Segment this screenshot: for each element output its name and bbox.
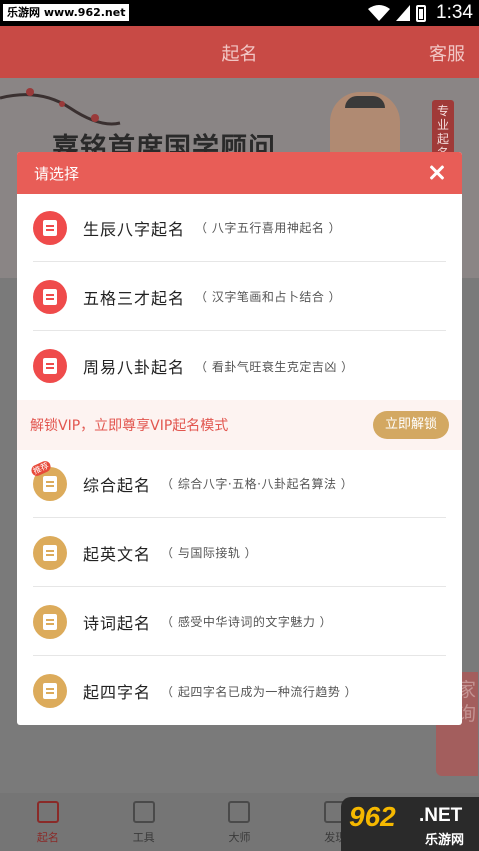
nav-label: 起名 [36,831,59,844]
signal-icon [396,5,411,21]
dialog-header: 请选择 [17,152,462,194]
option-name: 诗词起名 [83,613,152,633]
tools-icon [132,801,155,823]
option-desc: （ 汉字笔画和占卜结合 ） [195,290,342,304]
option-desc: （ 综合八字·五格·八卦起名算法 ） [161,477,354,491]
app-bar: 起名 客服 [0,26,479,78]
nav-label: 工具 [132,831,155,844]
option-name: 综合起名 [83,475,152,495]
option-name: 起英文名 [83,544,152,564]
edit-icon [36,801,59,823]
clock: 1:34 [436,2,473,23]
bottom-nav: 起名 工具 大师 发现 我的 962 .NET 乐游网 [0,793,479,851]
option-zhouyi[interactable]: 周易八卦起名 （ 看卦气旺衰生克定吉凶 ） [33,332,446,400]
logo-number: 962 [349,801,396,832]
status-bar: 乐游网 www.962.net 1:34 [0,0,479,26]
logo-name: 乐游网 [425,833,465,848]
option-desc: （ 看卦气旺衰生克定吉凶 ） [195,359,354,374]
nav-item-tools[interactable]: 工具 [96,793,192,851]
status-icons: 1:34 [368,2,473,24]
option-desc: （ 起四字名已成为一种流行趋势 ） [161,684,358,699]
logo-suffix: .NET [419,805,463,826]
en-icon [33,535,67,570]
grid-icon: 推荐 [29,458,67,501]
option-desc: （ 感受中华诗词的文字魅力 ） [161,615,333,629]
layers-icon [33,674,67,708]
nav-item-naming[interactable]: 起名 [0,793,96,851]
option-wuge[interactable]: 五格三才起名 （ 汉字笔画和占卜结合 ） [33,263,446,331]
option-name: 周易八卦起名 [83,358,186,377]
close-icon[interactable] [426,161,448,183]
option-english[interactable]: 起英文名 （ 与国际接轨 ） [33,519,446,587]
option-four-char[interactable]: 起四字名 （ 起四字名已成为一种流行趋势 ） [33,657,446,725]
bazi-icon [33,210,67,245]
option-bazi[interactable]: 生辰八字起名 （ 八字五行喜用神起名 ） [33,194,446,262]
nav-item-master[interactable]: 大师 [192,793,288,851]
advisor-portrait [330,92,400,158]
battery-icon [416,4,427,22]
option-name: 生辰八字起名 [83,219,186,239]
customer-service-button[interactable]: 客服 [429,40,465,66]
zhouyi-icon [33,349,67,383]
vip-banner: 解锁VIP，立即尊享VIP起名模式 立即解锁 [17,400,462,450]
watermark-label: 乐游网 www.962.net [3,4,130,21]
vip-text: 解锁VIP，立即尊享VIP起名模式 [30,418,229,434]
dialog-title: 请选择 [34,165,80,183]
option-desc: （ 八字五行喜用神起名 ） [195,221,342,235]
select-dialog: 请选择 生辰八字起名 （ 八字五行喜用神起名 ） 五格三才起名 （ 汉字笔画和占… [17,152,462,725]
option-poetry[interactable]: 诗词起名 （ 感受中华诗词的文字魅力 ） [33,588,446,656]
option-name: 五格三才起名 [83,288,186,308]
nav-label: 大师 [228,831,251,844]
page-title: 起名 [221,44,258,65]
option-name: 起四字名 [83,683,152,702]
leaf-icon [33,604,67,639]
recommend-badge: 推荐 [29,458,53,478]
wuge-icon [33,279,67,314]
watermark-logo: 962 .NET 乐游网 [341,797,479,851]
unlock-vip-button[interactable]: 立即解锁 [373,411,449,439]
wifi-icon [368,5,391,21]
master-icon [228,801,251,823]
option-desc: （ 与国际接轨 ） [161,546,258,560]
option-comprehensive[interactable]: 推荐 综合起名 （ 综合八字·五格·八卦起名算法 ） [29,450,446,518]
